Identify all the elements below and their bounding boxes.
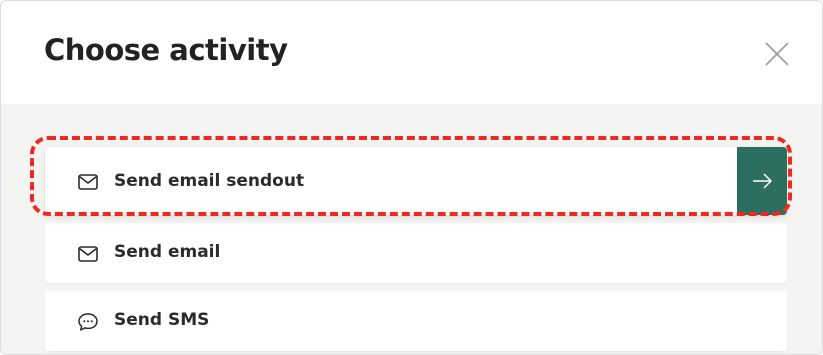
select-activity-button[interactable]	[737, 147, 787, 215]
activity-label: Send SMS	[114, 310, 210, 330]
choose-activity-dialog: Choose activity Send email sendout Send …	[0, 0, 823, 355]
activity-label: Send email	[114, 242, 221, 262]
arrow-right-icon	[753, 173, 773, 189]
mail-icon	[78, 246, 98, 262]
activity-list: Send email sendout Send email Send SMS	[1, 104, 822, 354]
activity-label: Send email sendout	[114, 171, 305, 191]
close-button[interactable]	[761, 38, 793, 70]
activity-item-send-email-sendout[interactable]: Send email sendout	[45, 147, 787, 215]
dialog-title: Choose activity	[44, 33, 288, 67]
dialog-header: Choose activity	[1, 1, 822, 104]
chat-bubble-icon	[78, 313, 98, 331]
close-icon	[765, 42, 789, 66]
mail-icon	[78, 174, 98, 190]
activity-item-send-email[interactable]: Send email	[45, 223, 787, 283]
activity-item-send-sms[interactable]: Send SMS	[45, 291, 787, 351]
